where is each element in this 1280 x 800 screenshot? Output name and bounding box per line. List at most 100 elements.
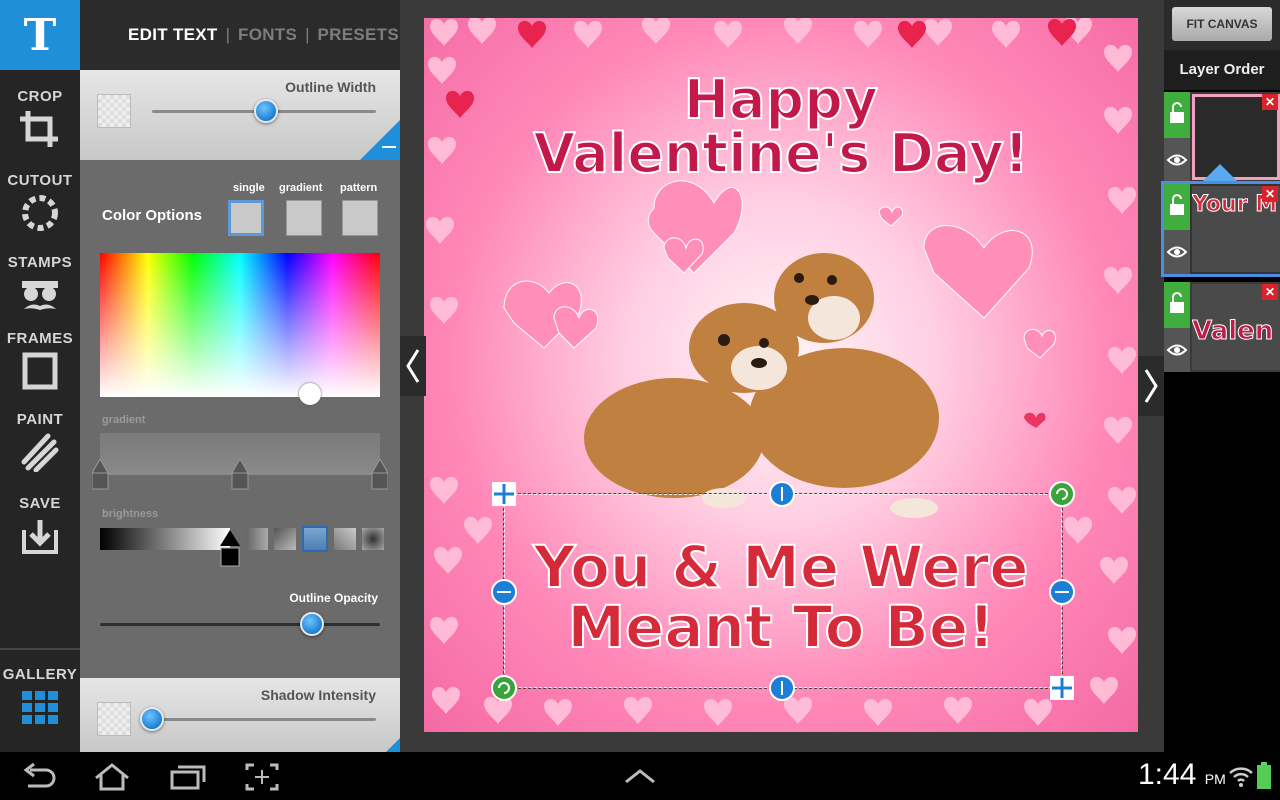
design-canvas[interactable]: Happy Valentine's Day! You & Me Were Mea… <box>424 18 1138 732</box>
shadow-intensity-track[interactable] <box>152 718 376 721</box>
color-options-label: Color Options <box>102 207 202 224</box>
canvas-title-line2[interactable]: Valentine's Day! <box>424 121 1138 186</box>
wifi-icon <box>1229 767 1253 787</box>
chevron-right-icon <box>1144 369 1158 403</box>
outline-opacity-label: Outline Opacity <box>289 591 378 605</box>
tool-paint[interactable]: PAINT <box>0 411 80 472</box>
tool-gallery[interactable]: GALLERY <box>0 648 80 727</box>
outline-opacity-slider-knob[interactable] <box>300 612 324 636</box>
screenshot-icon[interactable] <box>244 762 280 792</box>
outline-width-label: Outline Width <box>285 79 376 95</box>
brightness-marker-icon[interactable] <box>220 530 240 570</box>
crop-icon <box>20 111 58 147</box>
tool-gallery-label: GALLERY <box>2 666 78 683</box>
layer-lock-button[interactable] <box>1164 282 1190 328</box>
texture-option-2[interactable] <box>274 528 296 550</box>
minus-icon <box>382 146 396 148</box>
tool-stamps-label: STAMPS <box>7 254 73 271</box>
tab-edit-text[interactable]: EDIT TEXT <box>128 25 218 45</box>
paint-icon <box>21 433 59 472</box>
stamps-icon <box>22 281 58 310</box>
color-mode-pattern-button[interactable] <box>342 200 378 236</box>
tab-fonts[interactable]: FONTS <box>238 25 297 45</box>
move-handle-icon[interactable] <box>491 481 517 507</box>
tab-presets[interactable]: PRESETS <box>318 25 399 45</box>
save-icon <box>22 520 58 554</box>
resize-vertical-bottom-handle-icon[interactable] <box>769 675 795 701</box>
layer-visibility-button[interactable] <box>1164 230 1190 274</box>
cutout-icon <box>22 195 58 231</box>
outline-width-slider-knob[interactable] <box>254 99 278 123</box>
texture-option-1[interactable] <box>246 528 268 550</box>
shadow-intensity-slider-knob[interactable] <box>140 707 164 731</box>
rotate-handle-icon[interactable] <box>1049 481 1075 507</box>
status-clock: 1:44 PM <box>1138 758 1226 792</box>
clock-ampm: PM <box>1204 771 1226 787</box>
tool-save[interactable]: SAVE <box>0 495 80 556</box>
rotate-handle-bottom-icon[interactable] <box>491 675 517 701</box>
tool-rail: T CROP CUTOUT STAMPS FRAMES PAINT SAVE G… <box>0 0 104 752</box>
color-mode-gradient-button[interactable] <box>286 200 322 236</box>
resize-horizontal-left-handle-icon[interactable] <box>491 579 517 605</box>
lock-open-icon <box>1170 102 1184 123</box>
expand-corner-icon[interactable] <box>386 738 400 752</box>
fit-canvas-bar: FIT CANVAS <box>1164 0 1280 50</box>
color-mode-single-label: single <box>233 182 265 194</box>
text-selection-box[interactable] <box>503 493 1063 689</box>
fit-canvas-button[interactable]: FIT CANVAS <box>1172 7 1272 41</box>
clock-time: 1:44 <box>1138 758 1197 791</box>
delete-layer-x-icon[interactable]: ✕ <box>1262 186 1278 202</box>
shadow-intensity-section: Shadow Intensity <box>80 678 400 752</box>
layer-item[interactable]: Valen ✕ <box>1164 282 1280 372</box>
layer-lock-button[interactable] <box>1164 184 1190 230</box>
system-navigation-bar: 1:44 PM <box>0 752 1280 800</box>
move-layer-up-icon[interactable] <box>1202 164 1238 182</box>
tool-stamps[interactable]: STAMPS <box>0 254 80 315</box>
lock-open-icon <box>1170 194 1184 215</box>
layer-visibility-button[interactable] <box>1164 138 1190 182</box>
recent-apps-icon[interactable] <box>168 762 208 792</box>
color-picker-cursor[interactable] <box>299 383 321 405</box>
chevron-up-icon[interactable] <box>622 766 658 786</box>
resize-vertical-handle-icon[interactable] <box>769 481 795 507</box>
battery-icon <box>1257 762 1271 789</box>
gradient-label: gradient <box>102 414 146 426</box>
outline-opacity-track[interactable] <box>100 623 380 626</box>
delete-layer-x-icon[interactable]: ✕ <box>1262 284 1278 300</box>
tool-crop[interactable]: CROP <box>0 88 80 149</box>
collapse-corner-icon[interactable] <box>360 120 400 160</box>
outline-width-section: Outline Width <box>80 70 400 160</box>
color-mode-single-button[interactable] <box>228 200 264 236</box>
layer-item-selected[interactable]: Your M ✕ <box>1161 181 1280 277</box>
tool-crop-label: CROP <box>17 88 63 105</box>
tool-cutout[interactable]: CUTOUT <box>0 172 80 233</box>
delete-layer-x-icon[interactable]: ✕ <box>1262 94 1278 110</box>
layer-order-header: Layer Order <box>1164 50 1280 90</box>
color-spectrum-picker[interactable] <box>100 253 380 397</box>
scale-handle-icon[interactable] <box>1049 675 1075 701</box>
layer-visibility-button[interactable] <box>1164 328 1190 372</box>
tool-cutout-label: CUTOUT <box>7 172 73 189</box>
tab-separator: | <box>225 25 231 44</box>
eye-icon <box>1166 344 1188 356</box>
tool-frames[interactable]: FRAMES <box>0 330 80 391</box>
shadow-color-swatch[interactable] <box>97 702 131 736</box>
gradient-stops[interactable] <box>92 459 388 495</box>
tab-separator: | <box>305 25 310 44</box>
layer-lock-button[interactable] <box>1164 92 1190 138</box>
texture-option-5[interactable] <box>362 528 384 550</box>
tool-save-label: SAVE <box>19 495 61 512</box>
brightness-bar[interactable] <box>100 528 230 550</box>
texture-option-4[interactable] <box>334 528 356 550</box>
lock-open-icon <box>1170 292 1184 313</box>
texture-option-3[interactable] <box>302 526 328 552</box>
home-icon[interactable] <box>92 762 132 792</box>
back-icon[interactable] <box>20 762 58 792</box>
svg-text:T: T <box>24 10 57 61</box>
text-options-panel: Outline Width single gradient pattern Co… <box>80 70 400 752</box>
frames-icon <box>22 352 58 390</box>
prev-panel-button[interactable] <box>400 336 426 396</box>
outline-color-swatch[interactable] <box>97 94 131 128</box>
next-panel-button[interactable] <box>1138 356 1164 416</box>
resize-horizontal-right-handle-icon[interactable] <box>1049 579 1075 605</box>
